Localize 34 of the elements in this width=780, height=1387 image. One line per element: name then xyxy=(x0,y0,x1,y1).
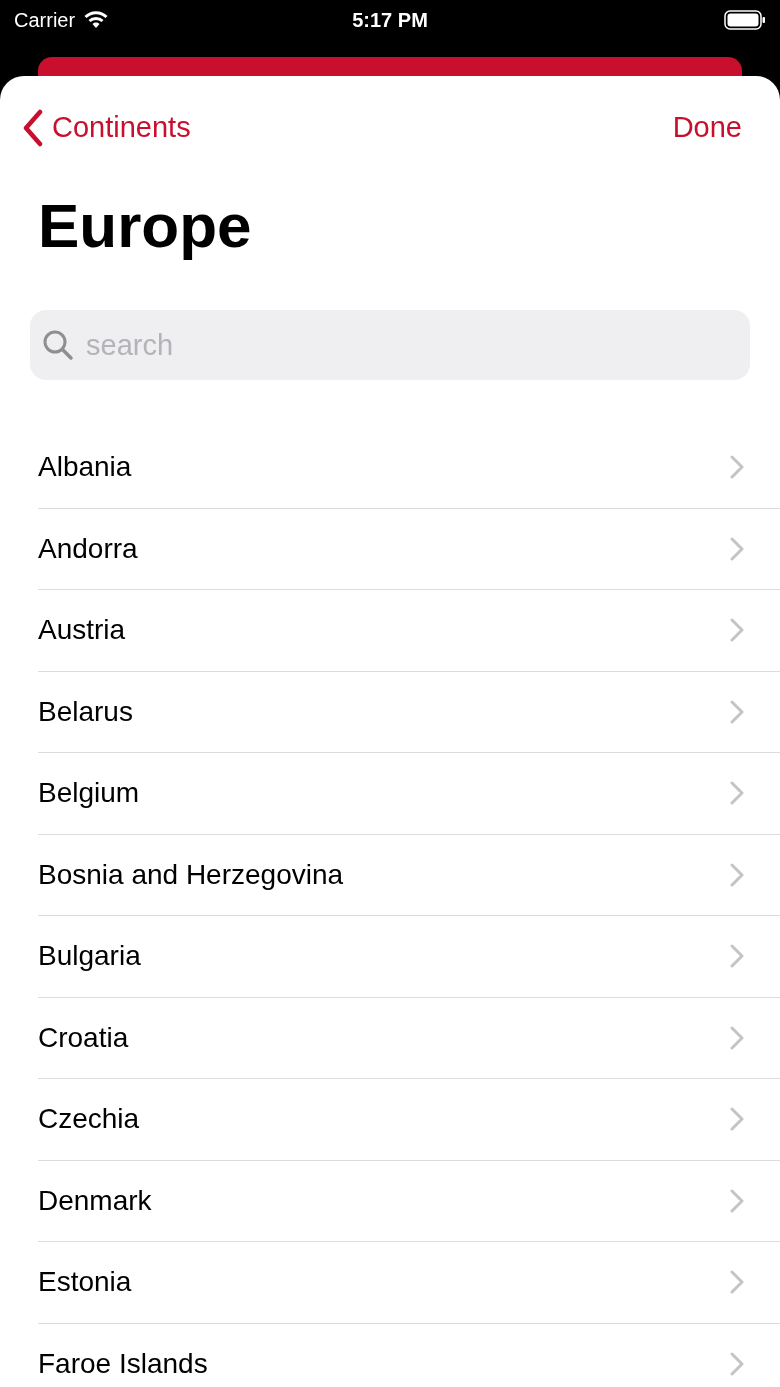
country-row[interactable]: Bosnia and Herzegovina xyxy=(38,833,780,916)
chevron-right-icon xyxy=(730,454,744,479)
chevron-right-icon xyxy=(730,944,744,969)
wifi-icon xyxy=(83,10,110,30)
chevron-right-icon xyxy=(730,1025,744,1050)
chevron-right-icon xyxy=(730,862,744,887)
country-row[interactable]: Andorra xyxy=(38,507,780,590)
page-title: Europe xyxy=(37,192,253,261)
battery-icon xyxy=(724,10,766,30)
chevron-right-icon xyxy=(730,699,744,724)
chevron-right-icon xyxy=(730,781,744,806)
done-button[interactable]: Done xyxy=(672,106,742,150)
chevron-right-icon xyxy=(730,1188,744,1213)
country-row[interactable]: Croatia xyxy=(38,996,780,1079)
chevron-right-icon xyxy=(730,1270,744,1295)
chevron-right-icon xyxy=(730,618,744,643)
chevron-right-icon xyxy=(730,536,744,561)
country-row[interactable]: Czechia xyxy=(38,1078,780,1160)
country-row[interactable]: Austria xyxy=(38,589,780,671)
country-row[interactable]: Denmark xyxy=(38,1159,780,1242)
status-time: 5:17 PM xyxy=(352,8,428,33)
country-row[interactable]: Faroe Islands xyxy=(38,1322,780,1387)
chevron-right-icon xyxy=(730,1351,744,1376)
back-button[interactable]: Continents xyxy=(22,106,191,150)
country-row[interactable]: Albania xyxy=(38,426,780,508)
back-chevron-icon xyxy=(22,109,44,147)
country-row[interactable]: Belgium xyxy=(38,752,780,834)
carrier-label: Carrier xyxy=(14,8,76,33)
country-row[interactable]: Estonia xyxy=(38,1241,780,1323)
chevron-right-icon xyxy=(730,1107,744,1132)
country-row[interactable]: Bulgaria xyxy=(38,915,780,997)
country-row[interactable]: Belarus xyxy=(38,670,780,753)
search-icon xyxy=(42,329,74,362)
search-field[interactable]: search xyxy=(30,310,750,381)
